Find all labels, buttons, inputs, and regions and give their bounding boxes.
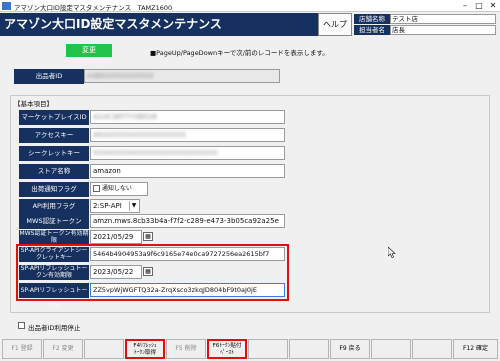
secret-key-label: シークレットキー (19, 146, 89, 161)
help-button[interactable]: ヘルプ (318, 13, 352, 36)
f4-refresh-token-button[interactable]: F4ﾘﾌﾚｯｼｭ ﾄｰｸﾝ取得 (125, 339, 165, 359)
staff-name-value: 店長 (390, 25, 496, 35)
close-button[interactable]: ✕ (486, 0, 500, 12)
stop-exhibitor-label: 出品者ID利用停止 (28, 324, 81, 332)
f8-button[interactable] (289, 339, 329, 359)
f4-label-line1: F4ﾘﾌﾚｯｼｭ (133, 343, 157, 349)
f6-label-line1: F6ﾄｰｸﾝ貼付 (212, 343, 242, 349)
mws-token-field[interactable]: amzn.mws.8cb33b4a-f7f2-c289-e473-3b05ca9… (90, 214, 285, 228)
mws-token-expiry-field[interactable]: 2021/05/29 (90, 230, 142, 244)
access-key-label: アクセスキー (19, 128, 89, 143)
sp-api-client-secret-field[interactable]: 5464b4904953a9f6c9165e74e0ca9727256ea261… (90, 247, 285, 261)
f11-button[interactable] (412, 339, 452, 359)
api-flag-label: API利用フラグ (19, 199, 89, 214)
api-flag-select[interactable]: 2:SP-API ▼ (90, 199, 140, 213)
sp-api-refresh-expiry-label: SP-APIリフレッシュトークン有効期限 (19, 265, 89, 280)
f7-button[interactable] (248, 339, 288, 359)
ship-notify-checkbox[interactable] (93, 185, 100, 192)
paging-hint: ■PageUp/PageDownキーで次/前のレコードを表示します。 (150, 49, 329, 57)
calendar-icon[interactable]: ▦ (143, 267, 153, 276)
minimize-button[interactable]: – (458, 0, 472, 12)
mws-token-label: MWS認証トークン (19, 214, 89, 229)
api-flag-value: 2:SP-API (93, 202, 122, 210)
f1-register-button[interactable]: F1 登録 (2, 339, 42, 359)
f9-back-button[interactable]: F9 戻る (330, 339, 370, 359)
mouse-cursor-icon (388, 247, 396, 258)
basic-section-label: 【基本項目】 (14, 98, 53, 108)
stop-exhibitor-checkbox[interactable] (18, 322, 25, 329)
exhibitor-id-field[interactable]: A3BXXXXXXXXXXX (84, 69, 280, 83)
f6-paste-token-button[interactable]: F6ﾄｰｸﾝ貼付 ﾍﾟｰｽﾄ (207, 339, 247, 359)
app-icon (2, 2, 11, 10)
secret-key-field[interactable]: XXXXXXXXXXXXXXXXXXXXXXXXXX (90, 146, 285, 160)
f6-label-line2: ﾍﾟｰｽﾄ (220, 350, 234, 356)
ship-notify-value: 通知しない (101, 185, 132, 192)
marketplace-id-label: マーケットプレイスID (19, 110, 89, 125)
window-titlebar: アマゾン大口ID設定マスタメンテナンス TAMZ1600 – □ ✕ (0, 0, 500, 12)
f12-confirm-button[interactable]: F12 確定 (453, 339, 498, 359)
page-title: アマゾン大口ID設定マスタメンテナンス (0, 13, 318, 36)
sp-api-refresh-expiry-field[interactable]: 2023/05/22 (90, 265, 142, 279)
f5-delete-button[interactable]: F5 削除 (166, 339, 206, 359)
ship-notify-flag-field[interactable]: 通知しない (90, 182, 148, 196)
f3-button[interactable] (84, 339, 124, 359)
store-name-field[interactable]: amazon (90, 164, 285, 178)
store-name-label: 店舗名称 (354, 14, 390, 24)
chevron-down-icon[interactable]: ▼ (129, 201, 138, 211)
f10-button[interactable] (371, 339, 411, 359)
exhibitor-id-label: 出品者ID (14, 69, 84, 84)
store-name-value: テスト店 (390, 14, 496, 24)
staff-name-label: 担当者名 (354, 25, 390, 35)
ship-notify-flag-label: 出荷通知フラグ (19, 182, 89, 197)
sp-api-refresh-token-label: SP-APIリフレッシュトークン (19, 283, 89, 309)
maximize-button[interactable]: □ (472, 0, 486, 12)
calendar-icon[interactable]: ▦ (143, 232, 153, 241)
sp-api-refresh-token-field[interactable]: ZZ5vpWjWGFTQ32a-ZrqXsco3zkqJD804bF9t0aJ0… (90, 283, 285, 297)
marketplace-id-field[interactable]: A1VC38T7YXB528 (90, 110, 285, 124)
window-title: アマゾン大口ID設定マスタメンテナンス TAMZ1600 (14, 4, 173, 12)
access-key-field[interactable]: AKIAXXXXXXXXXXXXXXXX (90, 128, 285, 142)
mws-token-expiry-label: MWS認証トークン有効期限 (19, 230, 89, 245)
store-name-label-basic: ストア名称 (19, 164, 89, 179)
sp-api-client-secret-label: SP-APIクライアントシークレットキー (19, 247, 89, 262)
f2-change-button[interactable]: F2 変更 (43, 339, 83, 359)
f4-label-line2: ﾄｰｸﾝ取得 (133, 350, 156, 356)
mode-badge: 変更 (66, 44, 112, 57)
